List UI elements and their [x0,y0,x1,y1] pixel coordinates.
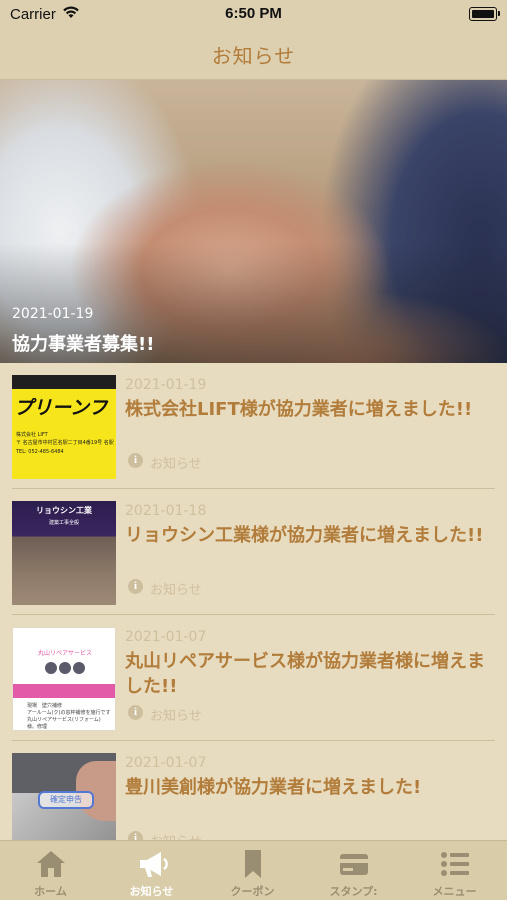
nav-bar: お知らせ [0,30,507,80]
tab-label: メニュー [432,885,477,898]
news-list[interactable]: プリーンフ 株式会社 LIFT 〒 名古屋市中村区名駅二丁目4番19号 名駅 T… [0,363,507,840]
news-date: 2021-01-07 [125,629,207,645]
news-category-label: お知らせ [150,709,202,724]
home-icon [37,851,65,877]
news-date: 2021-01-07 [125,755,207,771]
news-thumbnail: 丸山リペアサービス 現場 壁穴補修 アールーム(ク)の窓枠補修を施行です 丸山リ… [12,627,116,731]
tab-home[interactable]: ホーム [0,841,101,900]
tab-label: ホーム [34,885,67,898]
featured-news-date: 2021-01-19 [12,306,94,322]
thumb-band [13,684,115,698]
thumb-text: 現場 壁穴補修 [27,703,63,709]
thumb-text: 株式会社 LIFT [16,432,48,438]
menu-list-icon [441,852,469,876]
tab-menu[interactable]: メニュー [404,841,505,900]
news-title: 丸山リペアサービス様が協力業者様に増えました!! [125,651,485,697]
news-thumbnail: リョウシン工業 建築工事全般 [12,501,116,605]
thumb-dot [59,662,71,674]
news-category-label: お知らせ [150,457,202,472]
info-icon: i [128,831,143,840]
news-date: 2021-01-19 [125,377,207,393]
news-thumbnail: プリーンフ 株式会社 LIFT 〒 名古屋市中村区名駅二丁目4番19号 名駅 T… [12,375,116,479]
thumb-text: 丸山リペアサービス(リフォーム) [27,717,101,723]
tab-label: スタンプ: [329,885,378,898]
info-icon: i [128,579,143,594]
info-icon: i [128,705,143,720]
tab-bar: ホーム お知らせ クーポン スタンプ: メニュー [0,840,507,900]
news-title: 豊川美創様が協力業者に増えました! [125,777,422,798]
thumb-stamp: 確定申告 [38,791,94,809]
thumb-text: リョウシン工業 [36,506,92,515]
news-item[interactable]: 確定申告 2021-01-07 豊川美創様が協力業者に増えました! i お知らせ [0,741,507,840]
tab-coupon[interactable]: クーポン [202,841,303,900]
news-title: リョウシン工業様が協力業者に増えました!! [125,525,484,546]
featured-news-title: 協力事業者募集!! [12,334,155,355]
thumb-text: 様。修理 [27,724,48,730]
thumb-text: TEL: 052-485-6484 [16,449,64,455]
thumb-dot [73,662,85,674]
megaphone-icon [140,852,168,877]
news-category-label: お知らせ [150,831,202,840]
news-date: 2021-01-18 [125,503,207,519]
news-item[interactable]: リョウシン工業 建築工事全般 2021-01-18 リョウシン工業様が協力業者に… [0,489,507,615]
thumb-text: 丸山リペアサービス [37,650,92,657]
news-item[interactable]: プリーンフ 株式会社 LIFT 〒 名古屋市中村区名駅二丁目4番19号 名駅 T… [0,363,507,489]
tab-news[interactable]: お知らせ [101,841,202,900]
thumb-text: 〒 名古屋市中村区名駅二丁目4番19号 名駅 [16,440,114,446]
tab-label: お知らせ [129,885,174,898]
news-title: 株式会社LIFT様が協力業者に増えました!! [125,399,473,420]
clock: 6:50 PM [225,5,282,22]
tab-stamp[interactable]: スタンプ: [303,841,404,900]
battery-icon [469,7,500,21]
thumb-dot [45,662,57,674]
featured-news-banner[interactable]: 2021-01-19 協力事業者募集!! [0,80,507,363]
thumb-text: 建築工事全般 [48,520,79,526]
status-bar: Carrier 6:50 PM [0,0,507,30]
thumb-text: アールーム(ク)の窓枠補修を施行です [27,710,111,716]
page-title: お知らせ [211,44,296,68]
news-category-label: お知らせ [150,583,202,598]
thumb-band [12,375,116,389]
card-icon [340,854,368,875]
news-item[interactable]: 丸山リペアサービス 現場 壁穴補修 アールーム(ク)の窓枠補修を施行です 丸山リ… [0,615,507,741]
thumb-banner-text: プリーンフ [14,397,108,419]
bookmark-icon [245,850,261,878]
info-icon: i [128,453,143,468]
tab-label: クーポン [230,885,275,898]
news-thumbnail: 確定申告 [12,753,116,840]
